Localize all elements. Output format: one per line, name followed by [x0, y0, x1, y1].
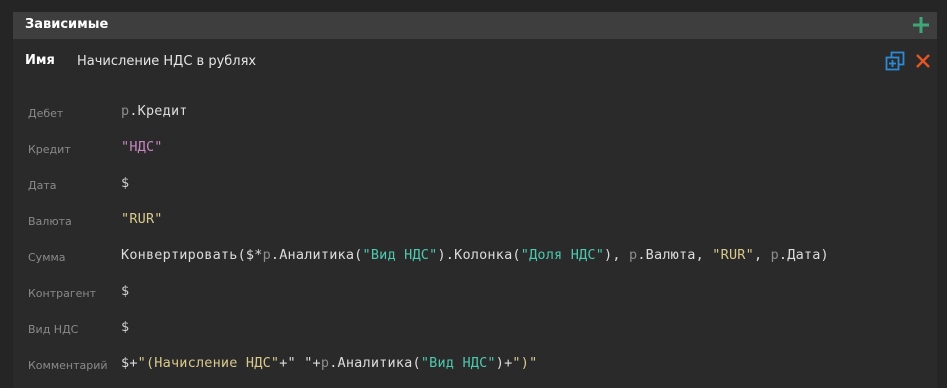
field-label: Валюта [28, 215, 72, 228]
close-icon[interactable] [913, 51, 933, 71]
expression-token: "Вид НДС" [362, 247, 438, 263]
field-label: Комментарий [28, 359, 108, 372]
field-row: Дебет р.Кредит [13, 95, 937, 131]
field-expression[interactable]: $ [121, 175, 129, 191]
field-expression[interactable]: $+"(Начисление НДС"+" "+р.Аналитика("Вид… [121, 355, 537, 371]
field-row: Сумма Конвертировать($*р.Аналитика("Вид Н… [13, 239, 937, 275]
field-row: Контрагент $ [13, 275, 937, 311]
expression-token: , [753, 247, 771, 263]
panel-title: Зависимые [25, 17, 109, 32]
field-row: Дата $ [13, 167, 937, 203]
expression-token: "НДС" [121, 139, 163, 155]
expression-token: ).Колонка( [437, 247, 521, 263]
field-expression[interactable]: р.Кредит [121, 103, 188, 119]
add-icon[interactable] [911, 15, 931, 35]
expression-token: $ [121, 283, 130, 299]
expression-token: .Аналитика( [329, 355, 421, 371]
field-expression[interactable]: Конвертировать($*р.Аналитика("Вид НДС").… [121, 247, 829, 263]
expression-token: ), [604, 247, 630, 263]
expression-token: .Валюта, [637, 247, 713, 263]
name-label: Имя [25, 53, 55, 68]
expression-token: "RUR" [121, 211, 163, 227]
copy-icon[interactable] [885, 51, 905, 71]
expression-token: .Дата) [778, 247, 829, 263]
expression-token: р [320, 355, 330, 371]
expression-token: ")" [512, 355, 538, 371]
field-label: Дебет [28, 107, 64, 120]
expression-token: )+ [495, 355, 513, 371]
name-value[interactable]: Начисление НДС в рублях [77, 54, 256, 69]
expression-token: .Аналитика( [270, 247, 363, 263]
expression-token: р [770, 247, 779, 263]
expression-token: "Доля НДС" [520, 247, 605, 263]
expression-token: р [262, 247, 271, 263]
field-row: Кредит "НДС" [13, 131, 937, 167]
expression-token: +" "+ [279, 355, 321, 371]
field-row: Комментарий $+"(Начисление НДС"+" "+р.Ана… [13, 347, 937, 383]
field-label: Кредит [28, 143, 71, 156]
field-row: Вид НДС $ [13, 311, 937, 347]
field-expression[interactable]: $ [121, 283, 129, 299]
field-label: Контрагент [28, 287, 97, 300]
field-label: Сумма [28, 251, 66, 264]
expression-token: $ [121, 319, 130, 335]
name-row: Имя Начисление НДС в рублях [13, 39, 937, 83]
field-expression[interactable]: "НДС" [121, 139, 163, 155]
field-row: Валюта "RUR" [13, 203, 937, 239]
expression-token: "RUR" [712, 247, 754, 263]
field-expression[interactable]: "RUR" [121, 211, 163, 227]
field-label: Дата [28, 179, 57, 192]
dependent-record-card: Имя Начисление НДС в рублях Дебет р.Креди… [13, 39, 937, 388]
expression-token: $+ [121, 355, 138, 371]
expression-token: "(Начисление НДС" [137, 355, 280, 371]
field-label: Вид НДС [28, 323, 79, 336]
expression-token: Конвертировать($* [121, 247, 263, 263]
expression-token: $ [121, 175, 130, 191]
field-expression[interactable]: $ [121, 319, 129, 335]
expression-token: .Кредит [129, 103, 188, 119]
dependents-header: Зависимые [13, 12, 937, 39]
expression-token: "Вид НДС" [420, 355, 496, 371]
